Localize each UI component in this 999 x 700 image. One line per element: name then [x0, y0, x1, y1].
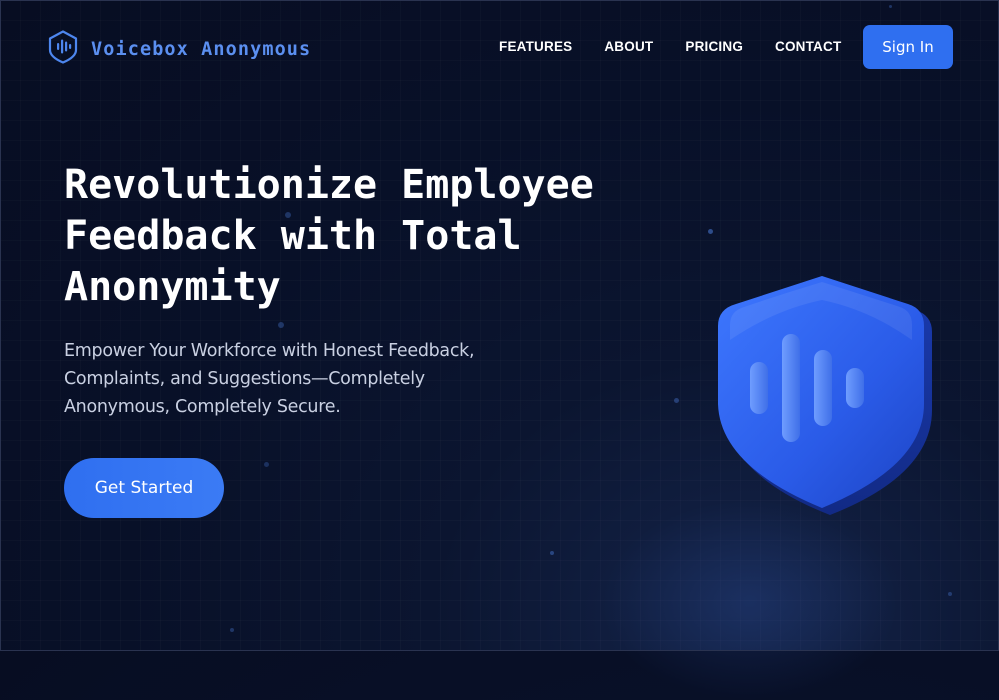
nav-item-features[interactable]: FEATURES [499, 39, 572, 54]
hero-subtitle: Empower Your Workforce with Honest Feedb… [64, 337, 514, 421]
nav-item-about[interactable]: ABOUT [604, 39, 653, 54]
background-star [948, 592, 952, 596]
site-header: Voicebox Anonymous FEATURES ABOUT PRICIN… [0, 0, 999, 95]
background-star [674, 398, 679, 403]
background-glow [600, 500, 900, 700]
background-star [550, 551, 554, 555]
brand-logo[interactable]: Voicebox Anonymous [48, 30, 311, 69]
hero-subtitle-line: Complaints, and Suggestions—Completely [64, 369, 425, 389]
hero-title: Revolutionize Employee Feedback with Tot… [64, 160, 684, 313]
brand-name: Voicebox Anonymous [91, 39, 312, 60]
background-star [230, 628, 234, 632]
nav-item-pricing[interactable]: PRICING [685, 39, 743, 54]
shield-soundwave-icon [710, 270, 940, 525]
background-star [278, 322, 284, 328]
background-star [708, 229, 713, 234]
get-started-button[interactable]: Get Started [64, 458, 224, 518]
hero-title-line: Feedback with Total [64, 213, 522, 259]
sign-in-button[interactable]: Sign In [863, 25, 953, 69]
background-star [264, 462, 269, 467]
hero-subtitle-line: Anonymous, Completely Secure. [64, 397, 341, 417]
hero-title-line: Anonymity [64, 264, 281, 310]
hero-subtitle-line: Empower Your Workforce with Honest Feedb… [64, 341, 475, 361]
hero-title-line: Revolutionize Employee [64, 162, 594, 208]
main-nav: FEATURES ABOUT PRICING CONTACT [499, 39, 873, 54]
shield-soundwave-icon [48, 30, 78, 69]
nav-item-contact[interactable]: CONTACT [775, 39, 841, 54]
